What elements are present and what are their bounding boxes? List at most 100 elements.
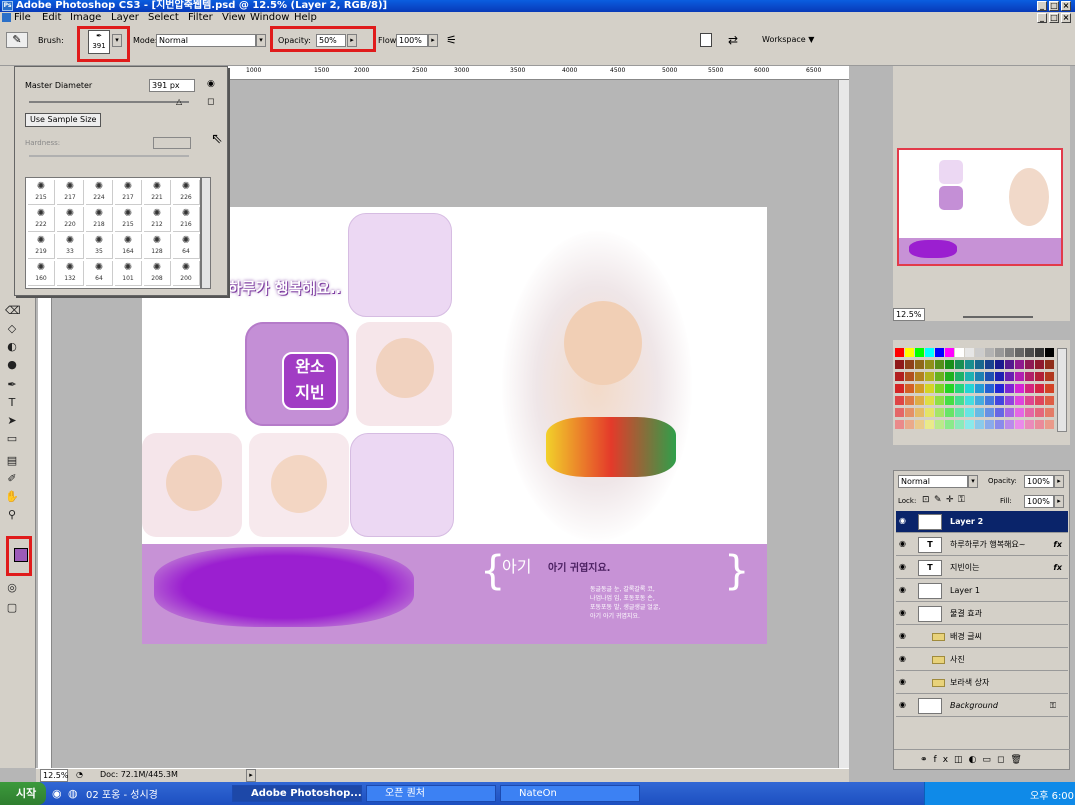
color-swatch[interactable]	[1045, 372, 1054, 381]
color-swatch[interactable]	[1025, 360, 1034, 369]
quick-launch-icon[interactable]: ◉	[52, 787, 62, 800]
color-swatch[interactable]	[1005, 408, 1014, 417]
menu-view[interactable]: View	[222, 12, 246, 24]
brush-preset-cell[interactable]: ✺ 222	[28, 207, 55, 232]
layer-row[interactable]: ◉ 보라색 상자	[896, 672, 1068, 694]
menu-layer[interactable]: Layer	[111, 12, 139, 24]
hardness-field[interactable]	[153, 137, 191, 149]
brush-preset-cell[interactable]: ✺ 217	[57, 180, 84, 205]
brush-preset-cell[interactable]: ✺ 64	[86, 261, 113, 286]
brush-preset-cell[interactable]: ✺ 64	[173, 234, 200, 259]
task-media[interactable]: 02 포옹 - 성시경	[86, 786, 158, 801]
quick-mask-icon[interactable]: ◎	[5, 581, 19, 595]
adjustment-icon[interactable]: ◐	[969, 755, 983, 765]
maximize-button[interactable]: □	[1049, 1, 1059, 11]
color-swatch[interactable]	[905, 372, 914, 381]
color-swatch[interactable]	[945, 420, 954, 429]
layer-row[interactable]: ◉ T 지빈이는 fx	[896, 557, 1068, 579]
color-swatch[interactable]	[1035, 372, 1044, 381]
color-swatch[interactable]	[945, 372, 954, 381]
color-swatch[interactable]	[985, 372, 994, 381]
color-swatch[interactable]	[965, 384, 974, 393]
close-button[interactable]: ×	[1061, 1, 1071, 11]
layer-effects-icon[interactable]: fx	[1053, 534, 1062, 556]
notes-tool-icon[interactable]: ▤	[5, 454, 19, 468]
layer-row[interactable]: ◉ 물결 효과	[896, 603, 1068, 625]
mode-dropdown-arrow[interactable]: ▾	[256, 34, 266, 47]
color-swatch[interactable]	[995, 408, 1004, 417]
color-swatch[interactable]	[925, 408, 934, 417]
brush-preset-cell[interactable]: ✺ 128	[144, 234, 171, 259]
task-open-capture[interactable]: 오픈 퀀처	[366, 785, 496, 802]
color-swatch[interactable]	[965, 408, 974, 417]
layer-row[interactable]: ◉ 배경 글씨	[896, 626, 1068, 648]
color-swatch[interactable]	[895, 348, 904, 357]
hand-tool-icon[interactable]: ✋	[5, 490, 19, 504]
color-swatch[interactable]	[975, 348, 984, 357]
layer-row[interactable]: ◉ Layer 1	[896, 580, 1068, 602]
color-swatch[interactable]	[935, 372, 944, 381]
color-swatch[interactable]	[1005, 348, 1014, 357]
brush-preset-cell[interactable]: ✺ 215	[28, 180, 55, 205]
status-menu-arrow[interactable]: ▸	[246, 769, 256, 782]
panel-menu-icon[interactable]: ◉	[207, 79, 215, 89]
color-swatch[interactable]	[905, 384, 914, 393]
color-swatch[interactable]	[1015, 348, 1024, 357]
color-swatch[interactable]	[935, 408, 944, 417]
visibility-eye-icon[interactable]: ◉	[899, 631, 909, 641]
blend-mode-select[interactable]: Normal	[898, 475, 968, 488]
menu-edit[interactable]: Edit	[42, 12, 61, 24]
brush-preset-cell[interactable]: ✺ 218	[86, 207, 113, 232]
layer-opacity-arrow[interactable]: ▸	[1054, 475, 1064, 488]
new-layer-icon[interactable]: ◻	[997, 755, 1010, 765]
color-swatch[interactable]	[1015, 372, 1024, 381]
color-swatch[interactable]	[955, 420, 964, 429]
color-swatch[interactable]	[895, 396, 904, 405]
color-swatch[interactable]	[935, 396, 944, 405]
bucket-tool-icon[interactable]: ◇	[5, 322, 19, 336]
color-swatch[interactable]	[965, 420, 974, 429]
airbrush-icon[interactable]: ⚟	[446, 33, 457, 47]
color-swatch[interactable]	[915, 372, 924, 381]
color-swatch[interactable]	[995, 348, 1004, 357]
color-swatch[interactable]	[945, 384, 954, 393]
color-swatch[interactable]	[905, 348, 914, 357]
color-swatch[interactable]	[1015, 360, 1024, 369]
layer-opacity-field[interactable]: 100%	[1024, 475, 1054, 488]
color-swatch[interactable]	[1035, 420, 1044, 429]
swatch-scrollbar[interactable]	[1057, 348, 1067, 432]
zoom-tool-icon[interactable]: ⚲	[5, 508, 19, 522]
doc-minimize-button[interactable]: _	[1037, 13, 1047, 23]
blend-mode-dropdown[interactable]: ▾	[968, 475, 978, 488]
lock-all-icon[interactable]: ⚿	[958, 495, 965, 505]
color-swatch[interactable]	[1005, 372, 1014, 381]
brush-preset-cell[interactable]: ✺ 164	[115, 234, 142, 259]
color-swatch[interactable]	[955, 408, 964, 417]
color-swatch[interactable]	[1015, 420, 1024, 429]
screen-mode-icon[interactable]: ▢	[5, 601, 19, 615]
fx-icon[interactable]: fx	[934, 755, 955, 765]
color-swatch[interactable]	[995, 420, 1004, 429]
brush-tool-preset-icon[interactable]: ✎	[6, 32, 28, 48]
color-swatch[interactable]	[935, 348, 944, 357]
layer-row[interactable]: ◉ Background ⚿	[896, 695, 1068, 717]
brush-preset-cell[interactable]: ✺ 226	[173, 180, 200, 205]
master-diameter-field[interactable]: 391 px	[149, 79, 195, 92]
doc-maximize-button[interactable]: □	[1049, 13, 1059, 23]
document-canvas[interactable]: 완소 지빈 하루가 행복해요.. { } 아기 아기 귀엽지요. 동글동글 눈, …	[142, 207, 767, 644]
color-swatch[interactable]	[895, 384, 904, 393]
mask-icon[interactable]: ◫	[954, 755, 969, 765]
color-swatch[interactable]	[995, 360, 1004, 369]
color-swatch[interactable]	[945, 348, 954, 357]
navigator-zoom-field[interactable]: 12.5%	[893, 308, 925, 321]
status-info-icon[interactable]: ◔	[76, 770, 83, 779]
color-swatch[interactable]	[955, 360, 964, 369]
fill-field[interactable]: 100%	[1024, 495, 1054, 508]
color-swatch[interactable]	[945, 360, 954, 369]
brush-preset-cell[interactable]: ✺ 212	[144, 207, 171, 232]
color-swatch[interactable]	[975, 396, 984, 405]
color-swatch[interactable]	[1025, 384, 1034, 393]
color-swatch[interactable]	[1015, 396, 1024, 405]
color-swatch[interactable]	[1015, 408, 1024, 417]
color-swatch[interactable]	[1035, 396, 1044, 405]
